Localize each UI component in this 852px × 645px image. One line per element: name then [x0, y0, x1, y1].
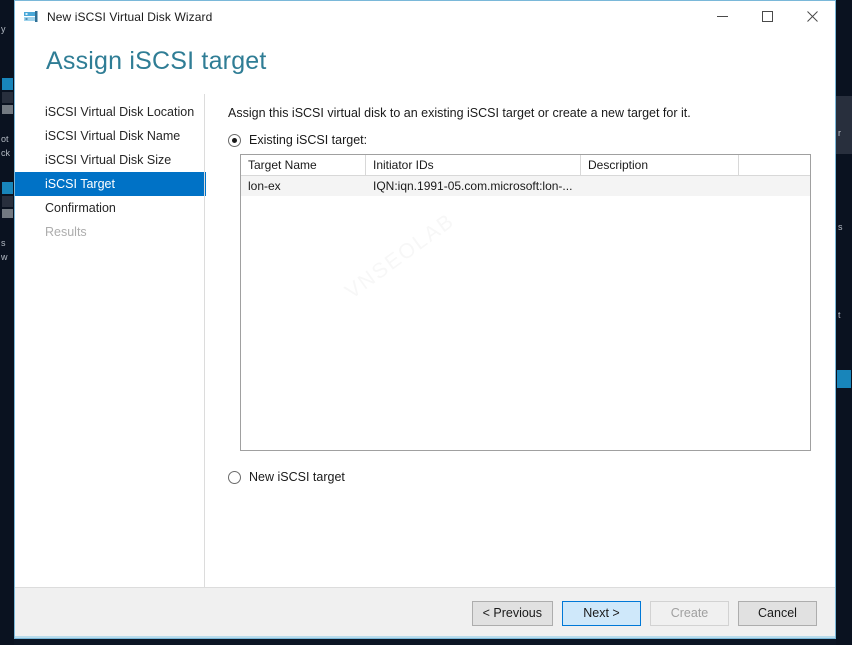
cell-description — [581, 176, 739, 196]
target-table-header: Target Name Initiator IDs Description — [241, 155, 810, 176]
target-table-rows: lon-ex IQN:iqn.1991-05.com.microsoft:lon… — [241, 176, 810, 450]
background-icon-chip — [2, 182, 13, 194]
window-title: New iSCSI Virtual Disk Wizard — [47, 10, 213, 24]
next-button[interactable]: Next > — [562, 600, 641, 626]
column-header-filler — [739, 155, 810, 175]
background-icon-chip — [2, 196, 13, 207]
background-icon-chip — [836, 96, 852, 154]
background-right-label-1: s — [838, 222, 843, 232]
background-right-panel: r s t — [836, 0, 852, 645]
sidebar-item-iscsi-virtual-disk-location[interactable]: iSCSI Virtual Disk Location — [15, 100, 204, 124]
iscsi-disk-icon — [23, 9, 39, 25]
wizard-content-pane: Assign this iSCSI virtual disk to an exi… — [204, 94, 835, 587]
background-left-label-1: ot — [1, 134, 9, 144]
column-header-description[interactable]: Description — [581, 155, 739, 175]
background-icon-chip — [837, 370, 851, 388]
background-right-label-2: t — [838, 310, 841, 320]
new-iscsi-virtual-disk-wizard-window: New iSCSI Virtual Disk Wizard Assign iSC… — [14, 0, 836, 639]
wizard-footer: < Previous Next > Create Cancel — [15, 587, 835, 638]
new-iscsi-target-radio[interactable] — [228, 470, 241, 484]
column-header-target-name[interactable]: Target Name — [241, 155, 366, 175]
wizard-body: iSCSI Virtual Disk Location iSCSI Virtua… — [15, 94, 835, 587]
page-title: Assign iSCSI target — [46, 47, 267, 75]
background-icon-chip — [2, 92, 13, 103]
table-row[interactable]: lon-ex IQN:iqn.1991-05.com.microsoft:lon… — [241, 176, 810, 196]
maximize-icon[interactable] — [745, 1, 790, 32]
cancel-button[interactable]: Cancel — [738, 600, 817, 626]
background-left-label-0: y — [1, 24, 6, 34]
cell-target-name: lon-ex — [248, 179, 281, 193]
background-icon-chip — [2, 78, 13, 90]
existing-iscsi-target-label: Existing iSCSI target: — [249, 133, 368, 147]
background-icon-chip — [2, 209, 13, 218]
sidebar-item-iscsi-target[interactable]: iSCSI Target — [15, 172, 206, 196]
intro-text: Assign this iSCSI virtual disk to an exi… — [228, 106, 691, 120]
previous-button[interactable]: < Previous — [471, 600, 553, 626]
background-left-label-2: ck — [1, 148, 10, 158]
wizard-step-navigation: iSCSI Virtual Disk Location iSCSI Virtua… — [15, 94, 206, 587]
sidebar-item-iscsi-virtual-disk-name[interactable]: iSCSI Virtual Disk Name — [15, 124, 204, 148]
sidebar-item-results: Results — [45, 225, 87, 239]
background-left-panel: y ot ck s w — [0, 0, 14, 645]
existing-target-listbox[interactable]: Target Name Initiator IDs Description lo… — [240, 154, 811, 451]
window-titlebar: New iSCSI Virtual Disk Wizard — [15, 1, 835, 33]
existing-iscsi-target-radio-row[interactable]: Existing iSCSI target: — [228, 130, 811, 150]
footer-accent-line — [15, 636, 835, 638]
close-icon[interactable] — [790, 1, 835, 32]
background-left-label-4: w — [1, 252, 8, 262]
existing-iscsi-target-radio[interactable] — [228, 133, 241, 147]
new-iscsi-target-radio-row[interactable]: New iSCSI target — [228, 467, 811, 487]
new-iscsi-target-label: New iSCSI target — [249, 470, 345, 484]
create-button: Create — [650, 600, 729, 626]
cell-initiator-ids: IQN:iqn.1991-05.com.microsoft:lon-... — [373, 179, 573, 193]
background-icon-chip — [2, 105, 13, 114]
background-left-label-3: s — [1, 238, 6, 248]
minimize-icon[interactable] — [700, 1, 745, 32]
wizard-header: Assign iSCSI target — [15, 33, 835, 94]
column-header-initiator-ids[interactable]: Initiator IDs — [366, 155, 581, 175]
sidebar-item-confirmation[interactable]: Confirmation — [15, 196, 204, 220]
background-right-label-0: r — [838, 128, 841, 138]
window-controls — [700, 1, 835, 33]
sidebar-item-iscsi-virtual-disk-size[interactable]: iSCSI Virtual Disk Size — [15, 148, 204, 172]
